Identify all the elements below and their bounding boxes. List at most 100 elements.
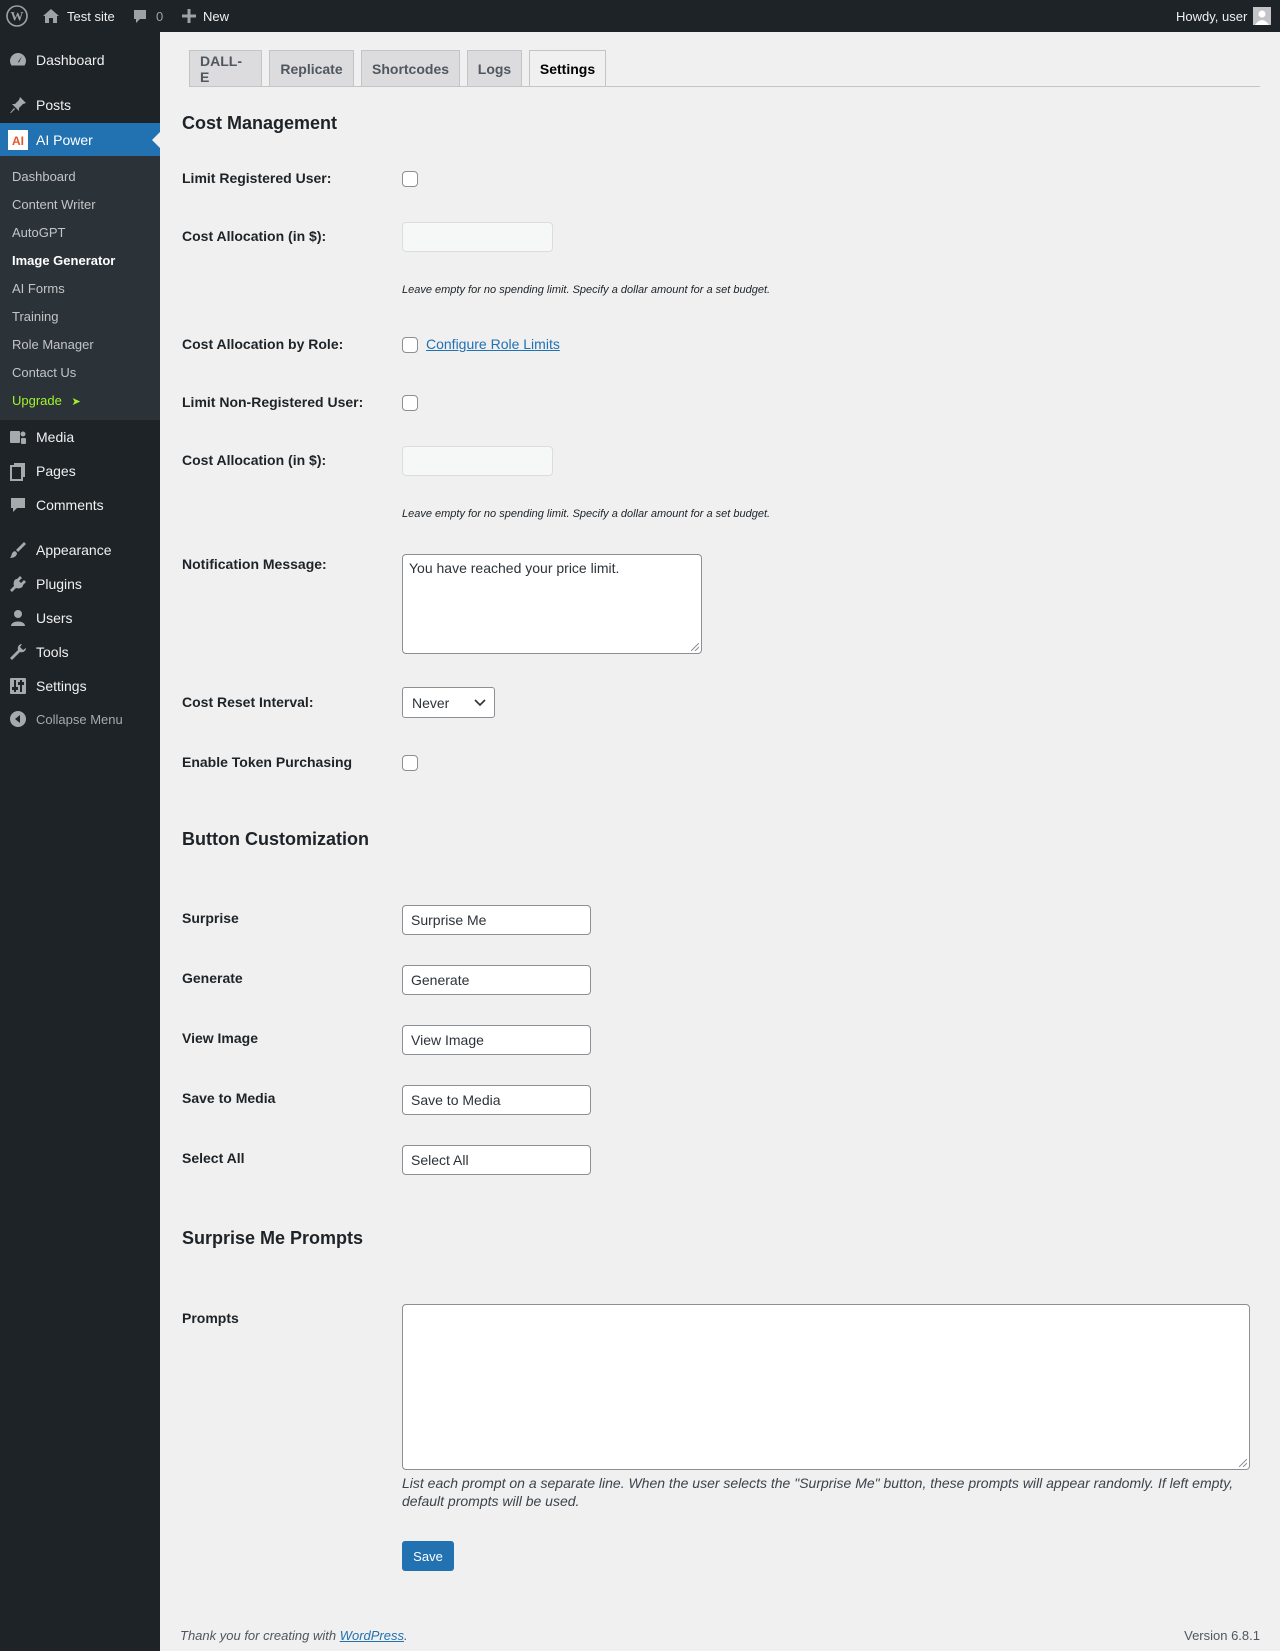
new-label: New	[203, 8, 230, 24]
pages-icon	[0, 461, 36, 481]
sidebar-item-users[interactable]: Users	[0, 601, 160, 635]
limit-nonreg-checkbox[interactable]	[402, 395, 418, 411]
cost-allocation-nonreg-input[interactable]	[402, 446, 553, 476]
sidebar-item-media[interactable]: Media	[0, 420, 160, 454]
cost-reset-select[interactable]: Never	[402, 687, 495, 718]
surprise-prompts-heading: Surprise Me Prompts	[182, 1228, 364, 1248]
new-content-link[interactable]: New	[182, 0, 229, 32]
sidebar-item-appearance[interactable]: Appearance	[0, 533, 160, 567]
cost-allocation-nonreg-description: Leave empty for no spending limit. Speci…	[402, 508, 771, 520]
tab-divider	[189, 86, 1260, 87]
limit-registered-checkbox[interactable]	[402, 171, 418, 187]
wordpress-logo-button[interactable]: W	[6, 0, 28, 32]
notification-message-textarea[interactable]: You have reached your price limit.	[402, 554, 702, 654]
cost-allocation-description: Leave empty for no spending limit. Speci…	[402, 284, 771, 296]
collapse-arrow-icon	[0, 710, 36, 728]
submenu-item-training[interactable]: Training	[12, 307, 58, 327]
ai-power-submenu: Dashboard Content Writer AutoGPT Image G…	[0, 156, 160, 420]
sidebar-item-label: Dashboard	[36, 52, 105, 68]
sidebar-item-label: Tools	[36, 644, 69, 660]
main-content: DALL-E Replicate Shortcodes Logs Setting…	[160, 32, 1280, 1651]
cost-allocation-label: Cost Allocation (in $):	[182, 228, 327, 244]
account-menu[interactable]: Howdy, user	[1176, 0, 1272, 32]
tab-dall-e[interactable]: DALL-E	[189, 50, 262, 86]
sidebar-item-comments[interactable]: Comments	[0, 488, 160, 522]
notification-message-value: You have reached your price limit.	[409, 560, 620, 576]
sidebar-item-pages[interactable]: Pages	[0, 454, 160, 488]
howdy-text: Howdy, user	[1176, 8, 1248, 24]
save-to-media-input[interactable]: Save to Media	[402, 1085, 591, 1115]
tab-replicate[interactable]: Replicate	[269, 50, 354, 86]
sidebar-item-ai-power[interactable]: AI AI Power	[0, 123, 160, 157]
submenu-item-ai-forms[interactable]: AI Forms	[12, 279, 65, 299]
brush-icon	[0, 540, 36, 560]
wordpress-logo-icon: W	[6, 5, 28, 27]
wrench-icon	[0, 642, 36, 662]
surprise-input[interactable]: Surprise Me	[402, 905, 591, 935]
sidebar-item-label: Plugins	[36, 576, 82, 592]
tab-logs[interactable]: Logs	[467, 50, 522, 86]
generate-input[interactable]: Generate	[402, 965, 591, 995]
sidebar-item-label: AI Power	[36, 132, 93, 148]
comment-icon	[0, 495, 36, 515]
chevron-down-icon	[474, 699, 486, 707]
footer-thanks: Thank you for creating with WordPress.	[180, 1628, 408, 1643]
cost-allocation-nonreg-label: Cost Allocation (in $):	[182, 452, 327, 468]
footer-thanks-prefix: Thank you for creating with	[180, 1628, 340, 1643]
sidebar-item-label: Posts	[36, 97, 72, 113]
sidebar-item-label: Media	[36, 429, 75, 445]
limit-registered-label: Limit Registered User:	[182, 170, 332, 186]
submenu-item-image-generator[interactable]: Image Generator	[12, 251, 115, 271]
prompts-textarea[interactable]	[402, 1304, 1250, 1470]
select-all-input[interactable]: Select All	[402, 1145, 591, 1175]
dashboard-icon	[0, 50, 36, 70]
home-icon	[42, 7, 60, 25]
submenu-item-content-writer[interactable]: Content Writer	[12, 195, 96, 215]
tab-shortcodes[interactable]: Shortcodes	[361, 50, 460, 86]
admin-bar: W Test site 0 New Howdy, user	[0, 0, 1280, 32]
cost-reset-label: Cost Reset Interval:	[182, 694, 314, 710]
sidebar-item-plugins[interactable]: Plugins	[0, 567, 160, 601]
by-role-label: Cost Allocation by Role:	[182, 336, 344, 352]
submenu-item-dashboard[interactable]: Dashboard	[12, 167, 76, 187]
sidebar-item-dashboard[interactable]: Dashboard	[0, 43, 160, 77]
cost-reset-value: Never	[412, 694, 450, 711]
site-name: Test site	[67, 8, 115, 24]
svg-text:AI: AI	[12, 134, 24, 148]
plus-icon	[182, 9, 196, 23]
notification-message-label: Notification Message:	[182, 556, 327, 572]
collapse-menu-button[interactable]: Collapse Menu	[0, 702, 160, 736]
view-image-label: View Image	[182, 1030, 259, 1046]
prompts-label: Prompts	[182, 1310, 239, 1326]
collapse-menu-label: Collapse Menu	[36, 711, 123, 727]
comments-count: 0	[156, 8, 164, 24]
generate-label: Generate	[182, 970, 243, 986]
cost-allocation-input[interactable]	[402, 222, 553, 252]
resize-handle-icon	[1239, 1459, 1247, 1467]
token-purchasing-label: Enable Token Purchasing	[182, 754, 353, 770]
button-customization-heading: Button Customization	[182, 829, 369, 849]
configure-role-limits-link[interactable]: Configure Role Limits	[426, 336, 560, 352]
view-image-input[interactable]: View Image	[402, 1025, 591, 1055]
limit-nonreg-label: Limit Non-Registered User:	[182, 394, 364, 410]
sidebar-item-posts[interactable]: Posts	[0, 88, 160, 122]
by-role-checkbox[interactable]	[402, 337, 418, 353]
cost-management-heading: Cost Management	[182, 113, 338, 133]
submenu-item-contact-us[interactable]: Contact Us	[12, 363, 76, 383]
sidebar-item-tools[interactable]: Tools	[0, 635, 160, 669]
sidebar-item-settings[interactable]: Settings	[0, 669, 160, 703]
sidebar-item-label: Pages	[36, 463, 76, 479]
surprise-label: Surprise	[182, 910, 239, 926]
sidebar-item-label: Settings	[36, 678, 87, 694]
sidebar-item-label: Users	[36, 610, 73, 626]
token-purchasing-checkbox[interactable]	[402, 755, 418, 771]
submenu-item-upgrade[interactable]: Upgrade ➤	[12, 391, 81, 411]
comments-link[interactable]: 0	[132, 0, 163, 32]
tab-settings[interactable]: Settings	[529, 50, 606, 87]
select-all-label: Select All	[182, 1150, 245, 1166]
save-button[interactable]: Save	[402, 1541, 454, 1571]
site-name-link[interactable]: Test site	[42, 0, 115, 32]
submenu-item-autogpt[interactable]: AutoGPT	[12, 223, 65, 243]
submenu-item-role-manager[interactable]: Role Manager	[12, 335, 94, 355]
wordpress-link[interactable]: WordPress	[340, 1628, 404, 1643]
